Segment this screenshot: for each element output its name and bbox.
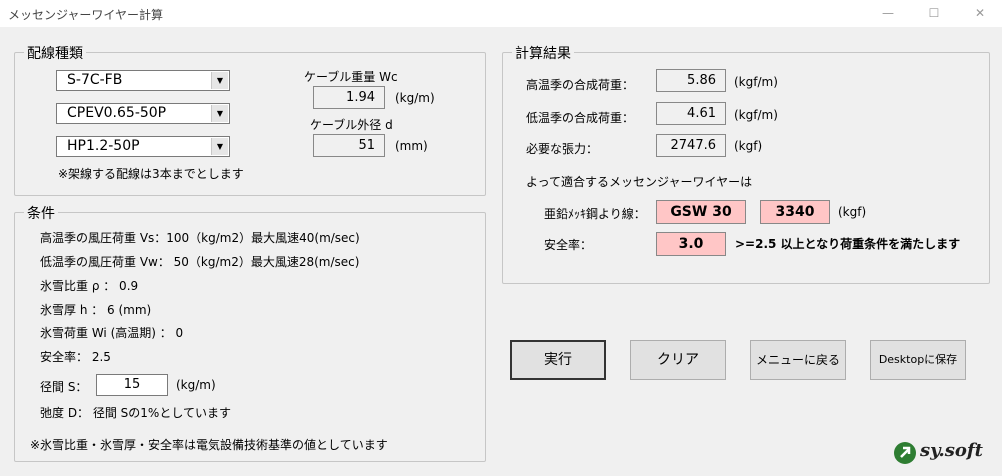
- wire-strength-value: 3340: [760, 200, 830, 224]
- results-group-label: 計算結果: [512, 43, 574, 63]
- cable-diameter-value: 51: [313, 134, 385, 157]
- span-label: 径間 S：: [40, 380, 88, 394]
- wire-strength-unit: (kgf): [838, 205, 867, 219]
- cable-weight-unit: (kg/m): [395, 91, 435, 105]
- cable-combo-1[interactable]: S-7C-FB ▼: [56, 70, 230, 91]
- high-load-unit: (kgf/m): [734, 75, 778, 89]
- cable-diameter-label: ケーブル外径 d: [310, 118, 393, 132]
- minimize-button[interactable]: —: [866, 2, 910, 24]
- low-load-unit: (kgf/m): [734, 108, 778, 122]
- low-load-label: 低温季の合成荷重：: [526, 111, 635, 125]
- chevron-down-icon[interactable]: ▼: [211, 138, 228, 155]
- sy-soft-logo: sy.soft: [893, 439, 983, 471]
- cable-combo-2[interactable]: CPEV0.65-50P ▼: [56, 103, 230, 124]
- chevron-down-icon[interactable]: ▼: [211, 105, 228, 122]
- wiring-note: ※架線する配線は3本までとします: [58, 167, 244, 181]
- cable-weight-label: ケーブル重量 Wc: [304, 70, 398, 84]
- wire-label: 亜鉛ﾒｯｷ鋼より線：: [544, 207, 646, 221]
- back-to-menu-button[interactable]: メニューに戻る: [750, 340, 846, 380]
- cable-combo-3-value: HP1.2-50P: [67, 138, 140, 154]
- condition-line-1: 高温季の風圧荷重 Vs：100（kg/m2）最大風速40(m/sec): [40, 231, 360, 245]
- clear-button[interactable]: クリア: [630, 340, 726, 380]
- cable-combo-3[interactable]: HP1.2-50P ▼: [56, 136, 230, 157]
- close-button[interactable]: ✕: [958, 2, 1002, 24]
- tension-unit: (kgf): [734, 139, 763, 153]
- tension-value: 2747.6: [656, 134, 726, 157]
- condition-line-6: 安全率： 2.5: [40, 350, 111, 364]
- span-input[interactable]: 15: [96, 374, 168, 396]
- condition-line-2: 低温季の風圧荷重 Vw： 50（kg/m2）最大風速28(m/sec): [40, 255, 360, 269]
- safety-label: 安全率：: [544, 238, 593, 252]
- high-load-label: 高温季の合成荷重：: [526, 78, 635, 92]
- chevron-down-icon[interactable]: ▼: [211, 72, 228, 89]
- save-to-desktop-button[interactable]: Desktopに保存: [870, 340, 966, 380]
- wiring-group-label: 配線種類: [24, 43, 86, 63]
- condition-line-3: 氷雪比重 ρ ： 0.9: [40, 279, 139, 293]
- window-title: メッセンジャーワイヤー計算: [8, 8, 164, 22]
- logo-text: sy.soft: [920, 440, 983, 461]
- cable-diameter-unit: (mm): [395, 139, 428, 153]
- cable-weight-value: 1.94: [313, 86, 385, 109]
- wire-type-value: GSW 30: [656, 200, 746, 224]
- maximize-button[interactable]: ☐: [912, 2, 956, 24]
- safety-note: >=2.5 以上となり荷重条件を満たします: [735, 237, 961, 251]
- tension-label: 必要な張力：: [526, 142, 599, 156]
- condition-line-5: 氷雪荷重 Wi (高温期) ： 0: [40, 326, 184, 340]
- span-unit: (kg/m): [176, 378, 216, 392]
- cable-combo-1-value: S-7C-FB: [67, 72, 123, 88]
- conclusion-text: よって適合するメッセンジャーワイヤーは: [526, 175, 753, 189]
- safety-value: 3.0: [656, 232, 726, 256]
- sag-text: 弛度 D： 径間 Sの1%としています: [40, 406, 231, 420]
- conditions-group-label: 条件: [24, 203, 58, 223]
- title-bar: メッセンジャーワイヤー計算 — ☐ ✕: [0, 0, 1002, 27]
- high-load-value: 5.86: [656, 69, 726, 92]
- conditions-footnote: ※氷雪比重・氷雪厚・安全率は電気設備技術基準の値としています: [30, 438, 388, 452]
- condition-line-4: 氷雪厚 h ： 6 (mm): [40, 303, 152, 317]
- run-button[interactable]: 実行: [510, 340, 606, 380]
- cable-combo-2-value: CPEV0.65-50P: [67, 105, 167, 121]
- low-load-value: 4.61: [656, 102, 726, 125]
